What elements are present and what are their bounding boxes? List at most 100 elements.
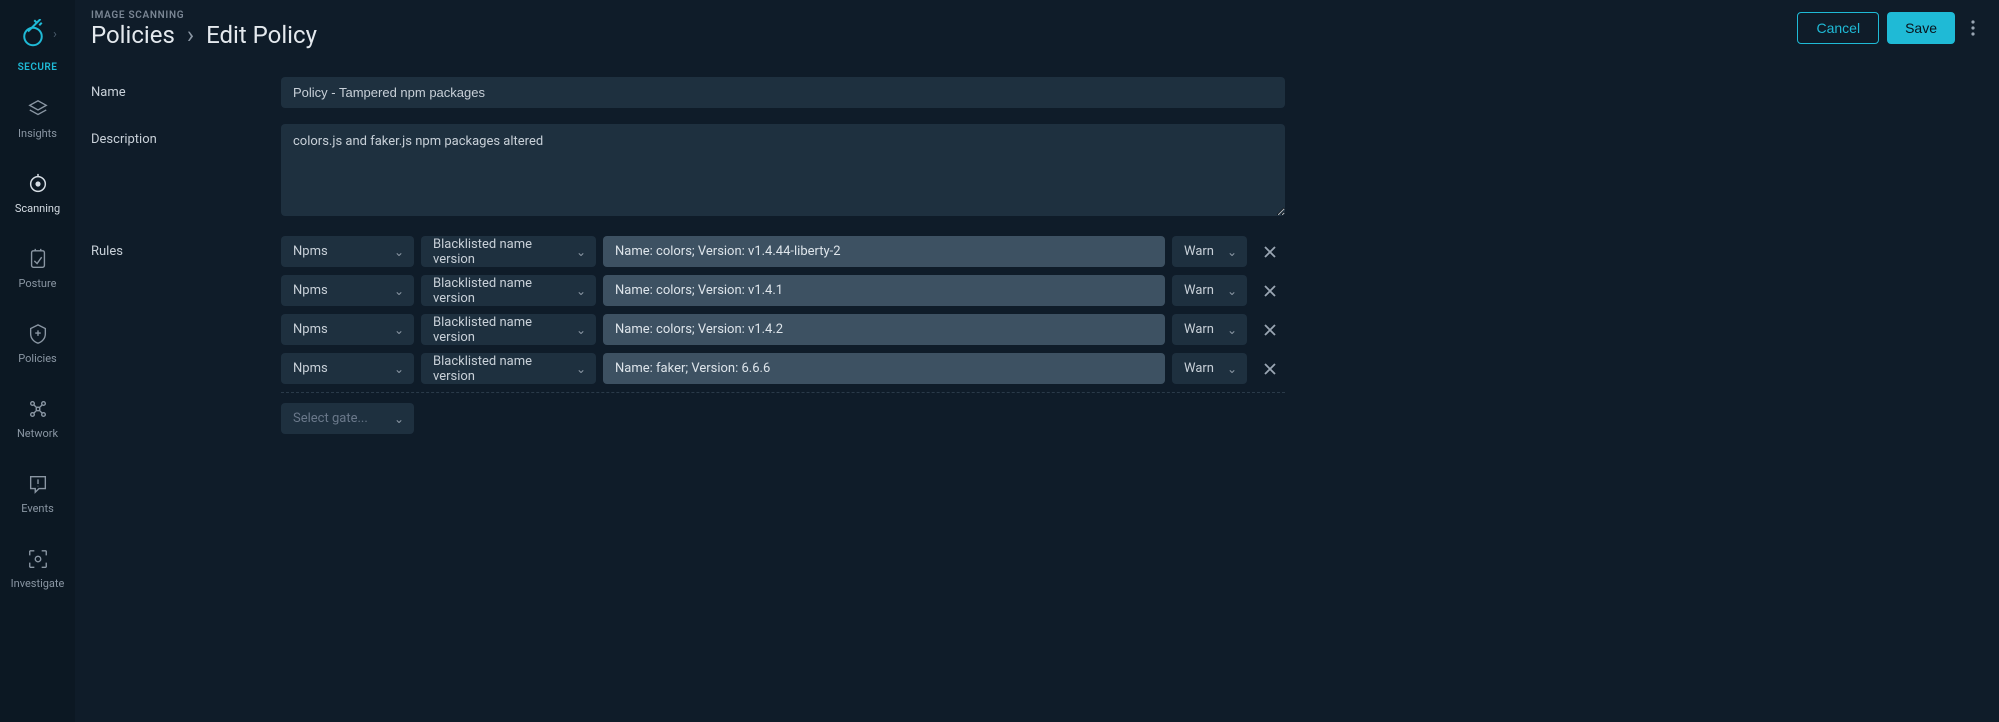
sidebar-item-label: Scanning [15, 202, 60, 215]
sidebar: › SECURE Insights Scanning [0, 0, 75, 722]
name-input[interactable] [281, 77, 1285, 108]
description-input[interactable]: colors.js and faker.js npm packages alte… [281, 124, 1285, 216]
chevron-down-icon: ⌄ [394, 412, 404, 426]
rule-delete-button[interactable] [1254, 353, 1285, 384]
rule-gate-value: Npms [293, 283, 328, 298]
sidebar-item-label: Policies [18, 352, 56, 365]
rule-action-select[interactable]: Warn ⌄ [1172, 353, 1247, 384]
events-icon [26, 472, 50, 496]
sidebar-item-network[interactable]: Network [0, 393, 75, 444]
form-row-rules: Rules Npms ⌄ Blacklisted name version ⌄ … [91, 236, 1983, 434]
sidebar-item-events[interactable]: Events [0, 468, 75, 519]
header-left: IMAGE SCANNING Policies › Edit Policy [91, 10, 317, 49]
rule-value-field[interactable]: Name: colors; Version: v1.4.44-liberty-2 [603, 236, 1165, 267]
rule-delete-button[interactable] [1254, 236, 1285, 267]
rule-trigger-value: Blacklisted name version [433, 354, 576, 384]
rule-delete-button[interactable] [1254, 314, 1285, 345]
rule-action-select[interactable]: Warn ⌄ [1172, 275, 1247, 306]
form-row-name: Name [91, 77, 1983, 108]
chevron-down-icon: ⌄ [1227, 284, 1237, 298]
sidebar-item-policies[interactable]: Policies [0, 318, 75, 369]
sidebar-item-label: Posture [19, 277, 57, 290]
rule-trigger-value: Blacklisted name version [433, 276, 576, 306]
sidebar-item-label: Investigate [11, 577, 65, 590]
scanning-icon [26, 172, 50, 196]
sidebar-item-label: Insights [18, 127, 57, 140]
rule-row: Npms ⌄ Blacklisted name version ⌄ Name: … [281, 275, 1285, 306]
breadcrumb-item-policies[interactable]: Policies [91, 21, 175, 49]
sidebar-item-scanning[interactable]: Scanning [0, 168, 75, 219]
brand-logo[interactable]: › [18, 10, 57, 58]
rule-value-field[interactable]: Name: colors; Version: v1.4.2 [603, 314, 1165, 345]
section-label: IMAGE SCANNING [91, 10, 317, 21]
sidebar-item-posture[interactable]: Posture [0, 243, 75, 294]
insights-icon [26, 97, 50, 121]
rules-list: Npms ⌄ Blacklisted name version ⌄ Name: … [281, 236, 1285, 434]
rule-row: Npms ⌄ Blacklisted name version ⌄ Name: … [281, 314, 1285, 345]
rule-trigger-select[interactable]: Blacklisted name version ⌄ [421, 353, 596, 384]
rule-value-text: Name: colors; Version: v1.4.44-liberty-2 [615, 244, 841, 259]
sidebar-item-insights[interactable]: Insights [0, 93, 75, 144]
add-gate-select[interactable]: Select gate... ⌄ [281, 403, 414, 434]
rule-gate-value: Npms [293, 244, 328, 259]
chevron-down-icon: ⌄ [576, 362, 586, 376]
rule-gate-select[interactable]: Npms ⌄ [281, 236, 414, 267]
rule-action-value: Warn [1184, 244, 1214, 259]
brand-icon [18, 19, 48, 49]
rule-trigger-value: Blacklisted name version [433, 237, 576, 267]
breadcrumb: Policies › Edit Policy [91, 21, 317, 49]
rule-gate-select[interactable]: Npms ⌄ [281, 353, 414, 384]
chevron-down-icon: ⌄ [576, 284, 586, 298]
chevron-down-icon: ⌄ [1227, 245, 1237, 259]
sidebar-item-label: Network [17, 427, 58, 440]
chevron-down-icon: ⌄ [576, 245, 586, 259]
save-button[interactable]: Save [1887, 12, 1955, 44]
rule-action-value: Warn [1184, 361, 1214, 376]
chevron-down-icon: ⌄ [1227, 362, 1237, 376]
sidebar-nav: Insights Scanning Posture [0, 93, 75, 594]
rule-gate-select[interactable]: Npms ⌄ [281, 314, 414, 345]
header-actions: Cancel Save [1797, 12, 1983, 44]
rule-value-text: Name: colors; Version: v1.4.1 [615, 283, 783, 298]
chevron-down-icon: ⌄ [576, 323, 586, 337]
add-gate-placeholder: Select gate... [293, 411, 368, 426]
form-row-description: Description colors.js and faker.js npm p… [91, 124, 1983, 220]
rule-gate-value: Npms [293, 322, 328, 337]
chevron-down-icon: ⌄ [394, 245, 404, 259]
investigate-icon [26, 547, 50, 571]
rule-trigger-select[interactable]: Blacklisted name version ⌄ [421, 275, 596, 306]
chevron-down-icon: ⌄ [394, 362, 404, 376]
sidebar-item-label: Events [21, 502, 54, 515]
form-label-name: Name [91, 77, 281, 100]
rule-trigger-select[interactable]: Blacklisted name version ⌄ [421, 236, 596, 267]
chevron-right-icon: › [187, 21, 194, 49]
posture-icon [26, 247, 50, 271]
chevron-right-icon: › [53, 27, 57, 42]
main-content: IMAGE SCANNING Policies › Edit Policy Ca… [75, 0, 1999, 722]
brand-label: SECURE [18, 62, 58, 73]
breadcrumb-item-current: Edit Policy [206, 21, 317, 49]
more-options-button[interactable] [1963, 12, 1983, 44]
rule-gate-value: Npms [293, 361, 328, 376]
rule-value-field[interactable]: Name: colors; Version: v1.4.1 [603, 275, 1165, 306]
page-header: IMAGE SCANNING Policies › Edit Policy Ca… [91, 10, 1983, 49]
chevron-down-icon: ⌄ [1227, 323, 1237, 337]
rule-action-select[interactable]: Warn ⌄ [1172, 314, 1247, 345]
rule-row: Npms ⌄ Blacklisted name version ⌄ Name: … [281, 353, 1285, 384]
form-label-rules: Rules [91, 236, 281, 259]
rule-action-select[interactable]: Warn ⌄ [1172, 236, 1247, 267]
rule-gate-select[interactable]: Npms ⌄ [281, 275, 414, 306]
sidebar-item-investigate[interactable]: Investigate [0, 543, 75, 594]
rule-trigger-select[interactable]: Blacklisted name version ⌄ [421, 314, 596, 345]
rules-separator [281, 392, 1285, 393]
rule-delete-button[interactable] [1254, 275, 1285, 306]
chevron-down-icon: ⌄ [394, 323, 404, 337]
rule-value-text: Name: colors; Version: v1.4.2 [615, 322, 783, 337]
chevron-down-icon: ⌄ [394, 284, 404, 298]
rule-trigger-value: Blacklisted name version [433, 315, 576, 345]
cancel-button[interactable]: Cancel [1797, 12, 1879, 44]
form-label-description: Description [91, 124, 281, 147]
policy-form: Name Description colors.js and faker.js … [91, 77, 1983, 434]
rule-action-value: Warn [1184, 322, 1214, 337]
rule-value-field[interactable]: Name: faker; Version: 6.6.6 [603, 353, 1165, 384]
